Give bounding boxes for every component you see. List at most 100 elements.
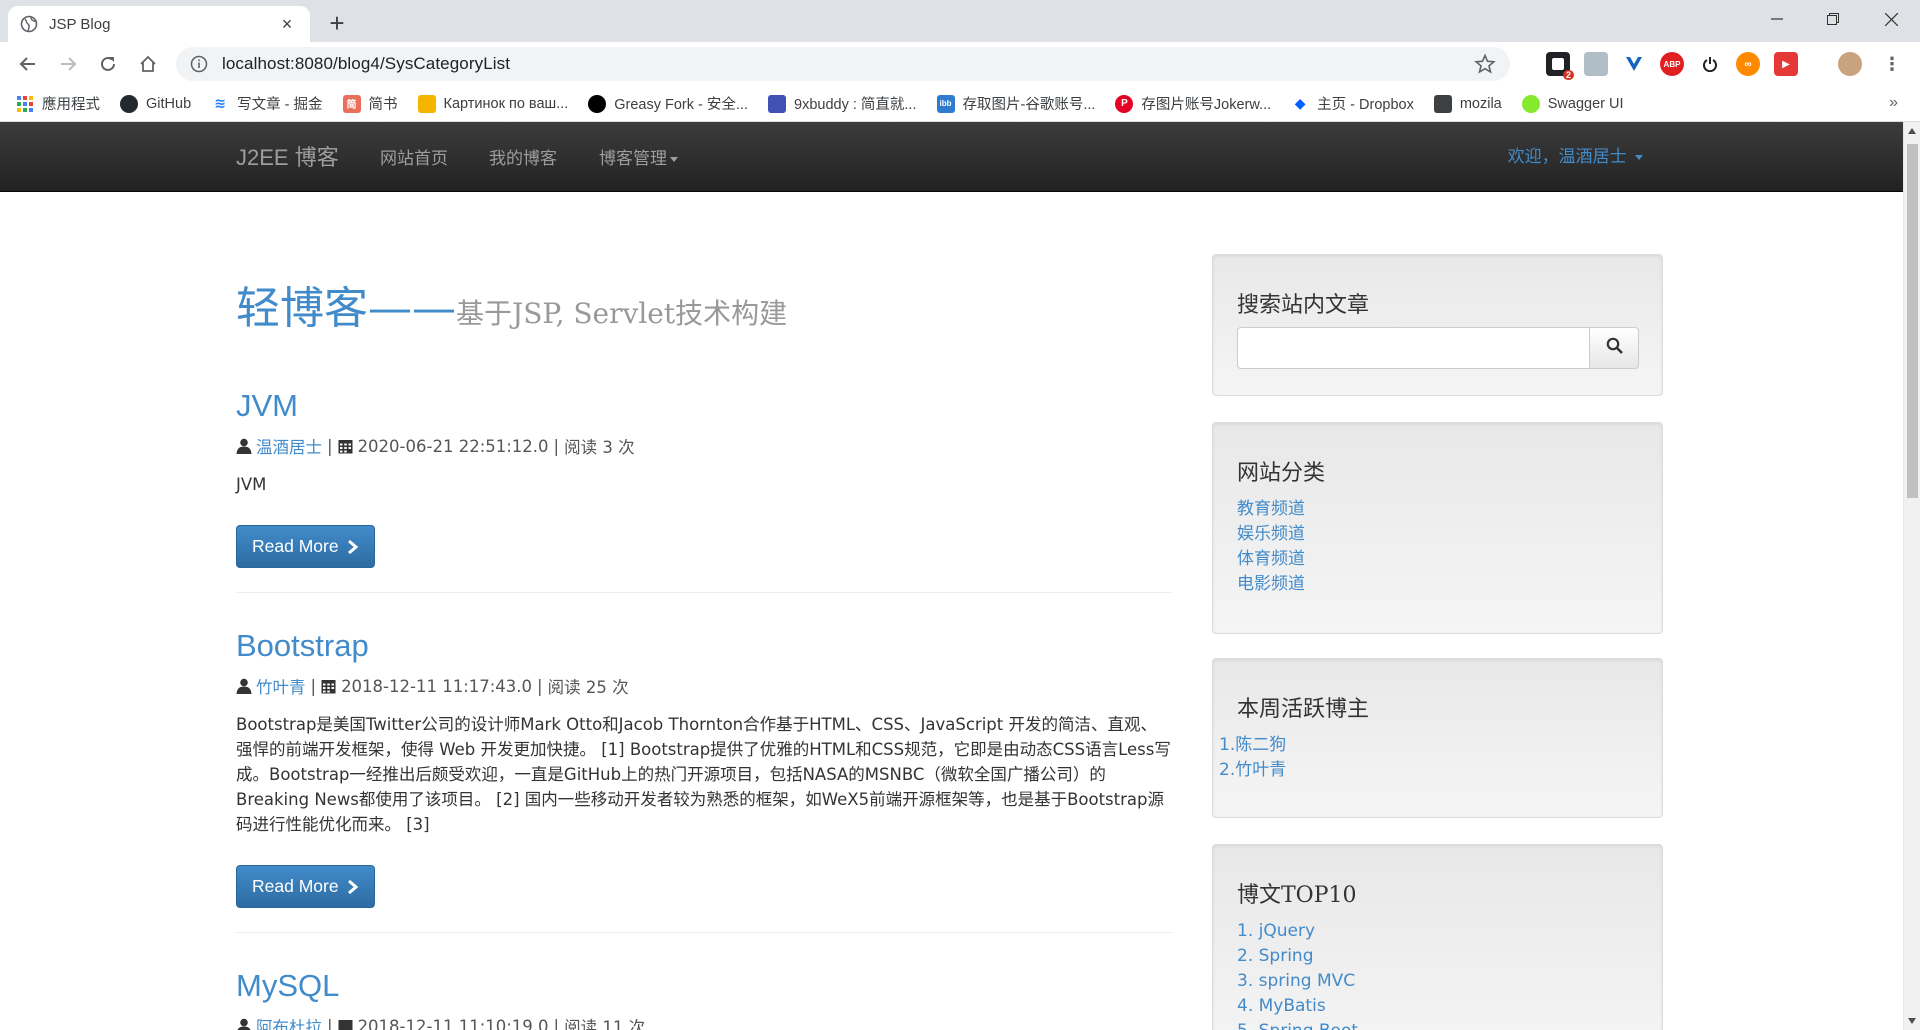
image-icon — [417, 94, 436, 113]
tab-close-icon[interactable]: × — [276, 13, 298, 35]
bookmark-label: 主页 - Dropbox — [1317, 97, 1414, 113]
read-more-button[interactable]: Read More — [236, 525, 375, 568]
bookmark-mozila[interactable]: mozila — [1433, 94, 1502, 113]
bookmark-label: Greasy Fork - 安全... — [614, 97, 748, 113]
post-author-link[interactable]: 温酒居士 — [256, 434, 322, 458]
bookmarks-overflow-icon[interactable]: » — [1889, 94, 1898, 112]
category-list: 教育频道 娱乐频道 体育频道 电影频道 — [1237, 497, 1638, 597]
nav-blog-manage[interactable]: 博客管理 — [599, 144, 678, 169]
post-author-link[interactable]: 竹叶青 — [256, 674, 306, 698]
active-bloggers-title: 本周活跃博主 — [1237, 697, 1370, 722]
post-date: 2018-12-11 11:10:19.0 — [357, 1016, 549, 1030]
bookmark-swagger[interactable]: Swagger UI — [1521, 94, 1624, 113]
home-icon[interactable] — [132, 48, 164, 80]
bookmark-jianshu[interactable]: 简简书 — [342, 93, 398, 114]
bookmark-github[interactable]: GitHub — [120, 94, 192, 113]
top10-link[interactable]: 2. Spring — [1237, 944, 1638, 969]
reload-icon[interactable] — [92, 48, 124, 80]
forward-icon[interactable] — [52, 48, 84, 80]
read-more-label: Read More — [252, 876, 339, 896]
dropbox-icon: ◆ — [1294, 95, 1306, 111]
top10-link[interactable]: 5. Spring Boot — [1237, 1019, 1638, 1030]
meta-separator: | — [310, 676, 317, 696]
info-icon[interactable] — [190, 55, 208, 73]
active-blogger-link[interactable]: 2.竹叶青 — [1219, 758, 1656, 783]
category-link[interactable]: 娱乐频道 — [1237, 522, 1638, 547]
read-more-button[interactable]: Read More — [236, 865, 375, 908]
categories-panel: 网站分类 教育频道 娱乐频道 体育频道 电影频道 — [1212, 422, 1663, 634]
infinity-icon[interactable]: ∞ — [1736, 52, 1760, 76]
post-author-link[interactable]: 阿布杜拉 — [256, 1014, 322, 1030]
adblock-icon[interactable]: ABP — [1660, 52, 1684, 76]
post-divider — [236, 592, 1172, 593]
new-tab-button[interactable]: + — [324, 10, 350, 36]
meta-separator: | — [553, 436, 560, 456]
vue-devtools-icon[interactable] — [1622, 52, 1646, 76]
bookmark-greasyfork[interactable]: Greasy Fork - 安全... — [588, 93, 748, 114]
post-read-count: 阅读 11 次 — [564, 1018, 646, 1030]
minimize-icon[interactable] — [1752, 0, 1802, 38]
search-icon — [1606, 337, 1623, 359]
caret-down-icon — [670, 156, 678, 162]
scroll-down-icon[interactable] — [1908, 1018, 1916, 1024]
meta-separator: | — [327, 436, 333, 456]
bookmark-pinterest[interactable]: P 存图片账号Jokerw... — [1115, 93, 1271, 114]
category-link[interactable]: 电影频道 — [1237, 572, 1638, 597]
bookmarks-bar: 應用程式 GitHub ≋ 写文章 - 掘金 简简书 Картинок по ва… — [0, 86, 1920, 122]
bookmark-label: GitHub — [146, 95, 192, 112]
user-icon — [236, 1018, 252, 1030]
bookmark-imgbb[interactable]: ibb 存取图片-谷歌账号... — [936, 93, 1095, 114]
search-panel: 搜索站内文章 — [1212, 254, 1663, 396]
search-group — [1237, 327, 1639, 369]
bookmark-9xbuddy[interactable]: 9xbuddy : 简直就... — [768, 93, 917, 114]
bookmark-label: 存图片账号Jokerw... — [1141, 97, 1272, 113]
page-scrollbar[interactable] — [1903, 122, 1920, 1030]
power-icon[interactable] — [1698, 52, 1722, 76]
category-link[interactable]: 教育频道 — [1237, 497, 1638, 522]
meta-separator: | — [327, 1016, 333, 1030]
active-blogger-link[interactable]: 1.陈二狗 — [1219, 733, 1656, 758]
scroll-up-icon[interactable] — [1908, 128, 1916, 134]
nav-home[interactable]: 网站首页 — [380, 144, 448, 169]
site-navbar: J2EE 博客 网站首页 我的博客 博客管理 欢迎，温酒居士 — [0, 122, 1903, 192]
user-icon — [236, 438, 252, 454]
category-link[interactable]: 体育频道 — [1237, 547, 1638, 572]
post-item: Bootstrap 竹叶青 | 2018-12-11 11:17:43.0 | … — [236, 628, 1172, 933]
navbar-brand[interactable]: J2EE 博客 — [236, 140, 339, 172]
restore-icon[interactable] — [1808, 0, 1858, 38]
globe-icon — [20, 15, 38, 33]
user-menu[interactable]: 欢迎，温酒居士 — [1508, 142, 1643, 167]
post-title[interactable]: JVM — [236, 388, 1172, 424]
url-text[interactable]: localhost:8080/blog4/SysCategoryList — [222, 54, 1474, 74]
top10-link[interactable]: 4. MyBatis — [1237, 994, 1638, 1019]
scrollbar-thumb[interactable] — [1907, 144, 1918, 498]
profile-avatar-icon[interactable] — [1838, 52, 1862, 76]
bookmark-apps[interactable]: 應用程式 — [16, 93, 100, 114]
browser-tab[interactable]: JSP Blog × — [8, 6, 310, 42]
post-title[interactable]: Bootstrap — [236, 628, 1172, 664]
bookmark-dropbox[interactable]: ◆ 主页 - Dropbox — [1291, 93, 1414, 114]
top10-link[interactable]: 1. jQuery — [1237, 919, 1638, 944]
image-extension-icon[interactable] — [1584, 52, 1608, 76]
menu-dots-icon[interactable]: ⋮ — [1880, 52, 1904, 76]
top10-link[interactable]: 3. spring MVC — [1237, 969, 1638, 994]
back-icon[interactable] — [12, 48, 44, 80]
post-meta: 竹叶青 | 2018-12-11 11:17:43.0 | 阅读 25 次 — [236, 674, 1172, 698]
nav-my-blog[interactable]: 我的博客 — [489, 144, 557, 169]
search-input[interactable] — [1237, 327, 1589, 369]
chevron-right-icon — [347, 539, 359, 554]
meta-separator: | — [537, 676, 543, 696]
post-excerpt: JVM — [236, 475, 267, 494]
search-button[interactable] — [1589, 327, 1639, 369]
extension-icon[interactable]: 2 — [1546, 52, 1574, 80]
post-title[interactable]: MySQL — [236, 968, 1172, 1004]
bookmark-juejin[interactable]: ≋ 写文章 - 掘金 — [211, 93, 322, 114]
bookmark-star-icon[interactable] — [1474, 53, 1496, 75]
close-window-icon[interactable] — [1866, 0, 1916, 38]
bookmark-label: Swagger UI — [1547, 95, 1624, 112]
video-extension-icon[interactable]: ▶ — [1774, 52, 1798, 76]
hero-subtitle: 基于JSP, Servlet技术构建 — [456, 297, 788, 330]
tab-title: JSP Blog — [49, 15, 111, 33]
address-bar[interactable]: localhost:8080/blog4/SysCategoryList — [176, 47, 1510, 81]
bookmark-yandex-images[interactable]: Картинок по ваш... — [417, 94, 568, 113]
